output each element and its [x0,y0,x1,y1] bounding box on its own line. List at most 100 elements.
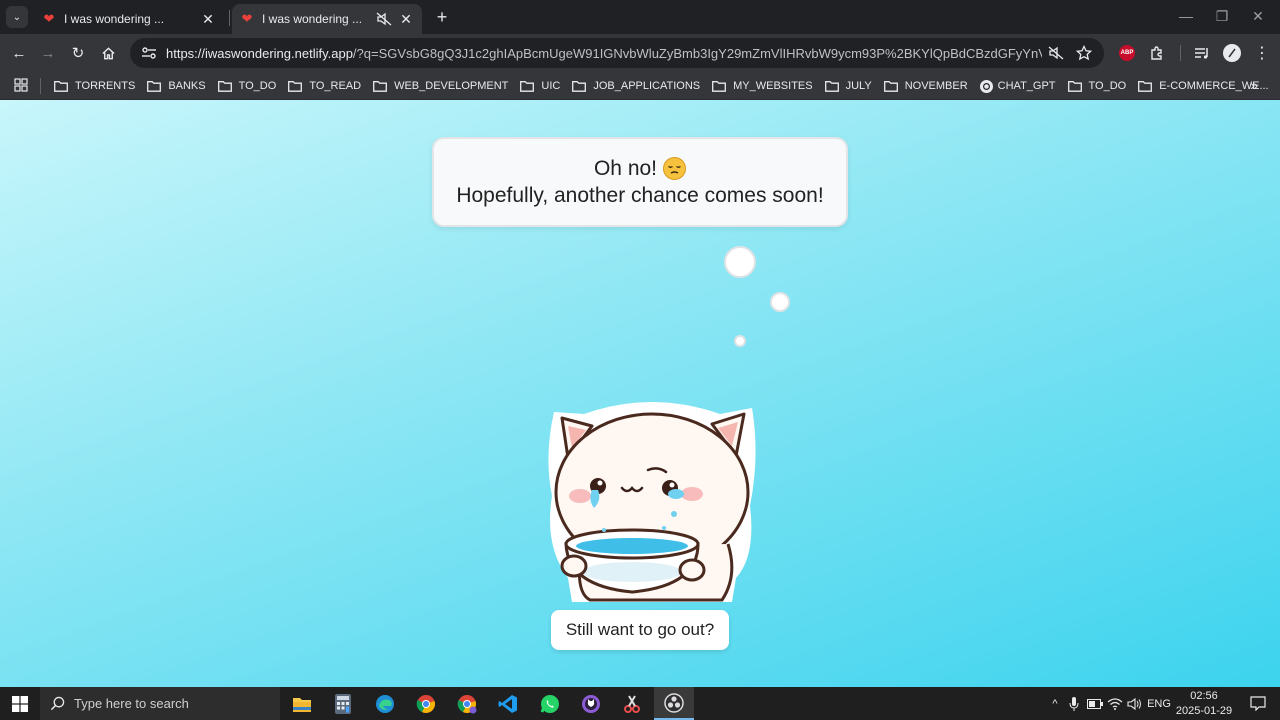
bookmark-label: BANKS [168,80,206,92]
folder-icon [54,80,68,92]
bookmarks-separator [40,78,41,94]
heart-favicon-icon: ❤ [43,11,55,26]
calculator-icon[interactable] [323,687,363,720]
bubble-line-1: Oh no! [593,157,658,180]
tab-1-close-icon[interactable]: ✕ [200,11,216,27]
thought-dot-large [724,246,756,278]
tab-search-button[interactable]: ⌄ [6,6,28,28]
thought-bubble: Oh no! Hopefully, another chance comes s… [432,137,848,227]
microphone-icon[interactable] [1066,687,1082,720]
address-bar[interactable]: https://iwaswondering.netlify.app/?q=SGV… [130,38,1104,68]
thought-dot-medium [770,292,790,312]
folder-icon [1138,80,1153,92]
folder-icon [883,80,898,92]
bookmark-label: JOB_APPLICATIONS [593,80,701,92]
bookmark-chat-gpt[interactable]: CHAT_GPT [974,74,1062,98]
reload-icon[interactable]: ↻ [67,42,89,64]
more-bookmarks-chevron-icon[interactable]: » [1250,77,1258,93]
close-window-icon[interactable]: ✕ [1240,4,1276,28]
bookmark-to-do[interactable]: TO_DO [212,74,283,98]
tab-strip: ⌄ ❤ I was wondering ... ✕ ❤ I was wonder… [0,0,1280,34]
profile-avatar[interactable] [1221,42,1243,64]
heart-favicon-icon: ❤ [241,11,253,26]
home-icon[interactable] [97,42,119,64]
notification-center-icon[interactable] [1236,687,1280,720]
bookmark-label: TO_DO [238,80,277,92]
restore-icon[interactable]: ❐ [1204,4,1240,28]
edge-browser-icon[interactable] [365,687,405,720]
folder-icon [373,80,388,92]
browser-toolbar: ← → ↻ https://iwaswondering.netlify.app/… [0,34,1280,72]
site-settings-icon[interactable] [136,46,162,60]
still-want-to-go-out-button[interactable]: Still want to go out? [551,610,729,650]
snipping-tool-icon[interactable] [612,687,652,720]
search-icon [40,696,74,711]
bookmarks-bar: TORRENTS BANKS TO_DO TO_READ WEB_DEVELOPMENT… [0,72,1280,100]
folder-icon [824,80,839,92]
folder-icon [1067,80,1082,92]
apps-grid-icon[interactable] [14,78,28,92]
muted-audio-icon[interactable] [376,11,392,27]
tab-2-title: I was wondering ... [262,12,363,26]
extensions-puzzle-icon[interactable] [1146,42,1168,64]
folder-icon [712,80,727,92]
bookmark-uic[interactable]: UIC [514,74,566,98]
url-text[interactable]: https://iwaswondering.netlify.app/?q=SGV… [162,46,1042,61]
bookmark-job-applications[interactable]: JOB_APPLICATIONS [566,74,706,98]
bookmark-banks[interactable]: BANKS [141,74,211,98]
tab-1[interactable]: ❤ I was wondering ... ✕ [34,4,224,34]
bookmark-label: MY_WEBSITES [733,80,813,92]
chatgpt-logo-icon [979,79,993,93]
bookmark-to-do[interactable]: TO_DO [1062,74,1133,98]
volume-icon[interactable] [1126,687,1144,720]
bookmark-torrents[interactable]: TORRENTS [48,74,141,98]
chrome-icon[interactable] [406,687,446,720]
url-host: https://iwaswondering.netlify.app [166,45,353,61]
adblock-plus-icon[interactable]: ABP [1116,42,1138,64]
bookmark-star-icon[interactable] [1070,39,1098,67]
media-controls-icon[interactable] [1191,42,1213,64]
folder-icon [147,80,162,92]
bookmark-to-read[interactable]: TO_READ [282,74,367,98]
bookmark-november[interactable]: NOVEMBER [878,74,974,98]
back-arrow-icon[interactable]: ← [8,42,30,64]
bookmark-web-development[interactable]: WEB_DEVELOPMENT [367,74,514,98]
bookmark-july[interactable]: JULY [819,74,878,98]
tab-1-title: I was wondering ... [64,12,165,26]
bookmark-label: CHAT_GPT [997,80,1056,92]
folder-icon [217,80,232,92]
bookmark-my-websites[interactable]: MY_WEBSITES [706,74,818,98]
tab-2[interactable]: ❤ I was wondering ... ✕ [232,4,422,34]
file-explorer-icon[interactable] [282,687,322,720]
battery-icon[interactable] [1086,687,1104,720]
bookmark-label: WEB_DEVELOPMENT [394,80,509,92]
tab-2-close-icon[interactable]: ✕ [398,11,414,27]
windows-start-icon[interactable] [0,687,40,720]
forward-arrow-icon[interactable]: → [37,42,59,64]
toolbar-divider [1180,45,1181,61]
whatsapp-icon[interactable] [530,687,570,720]
bubble-line-2: Hopefully, another chance comes soon! [456,184,824,207]
vscode-icon[interactable] [488,687,528,720]
tab-muted-indicator-icon[interactable] [1042,39,1070,67]
bookmark-label: NOVEMBER [904,80,968,92]
system-clock[interactable]: 02:56 2025-01-29 [1172,689,1236,719]
folder-icon [520,80,535,92]
wifi-icon[interactable] [1106,687,1124,720]
chrome-profile-icon[interactable] [447,687,487,720]
show-hidden-icons-chevron-icon[interactable]: ^ [1046,687,1064,720]
new-tab-button[interactable]: + [432,7,452,27]
more-menu-icon[interactable]: ⋮ [1251,42,1273,64]
url-path: /?q=SGVsbG8gQ3J1c2ghIApBcmUgeW91IGNvbWlu… [352,45,1042,61]
folder-icon [572,80,587,92]
input-language-indicator[interactable]: ENG [1146,687,1172,720]
bookmark-folder-list: TORRENTS BANKS TO_DO TO_READ WEB_DEVELOPMENT… [48,72,1275,100]
taskbar-search-box[interactable]: Type here to search [40,687,280,720]
search-placeholder: Type here to search [74,696,189,711]
obs-studio-icon[interactable] [654,687,694,720]
minimize-icon[interactable]: — [1168,4,1204,28]
page-content: Oh no! Hopefully, another chance comes s… [0,100,1280,687]
github-desktop-icon[interactable] [571,687,611,720]
clock-time: 02:56 [1190,690,1218,702]
bookmark-label: JULY [845,80,872,92]
